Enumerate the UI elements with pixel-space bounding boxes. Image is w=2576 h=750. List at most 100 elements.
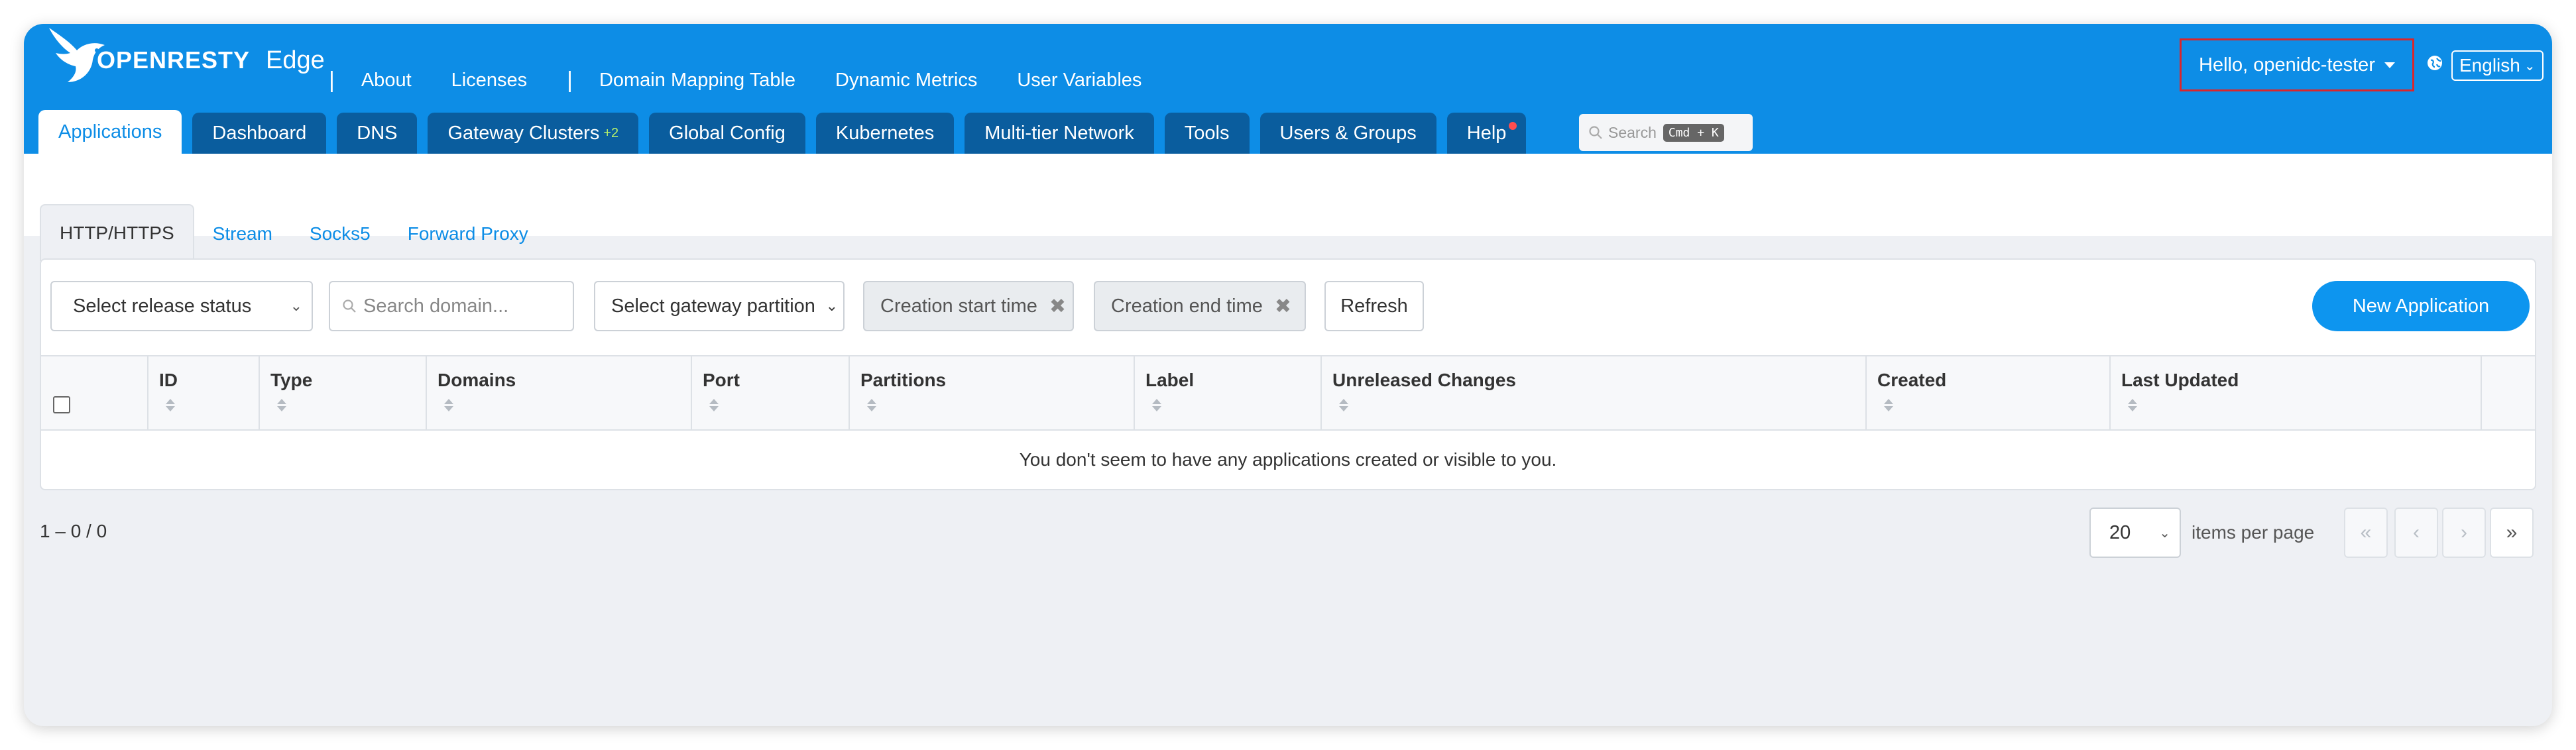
tab-help[interactable]: Help [1446, 113, 1527, 154]
last-page-icon[interactable]: » [2490, 508, 2534, 558]
tab-http-https[interactable]: HTTP/HTTPS [40, 204, 194, 261]
tab-label: Tools [1184, 122, 1230, 144]
globe-icon [2428, 56, 2442, 70]
tab-forward-proxy[interactable]: Forward Proxy [389, 207, 547, 261]
sort-icon[interactable] [2128, 399, 2137, 411]
search-icon [343, 299, 356, 313]
sort-icon[interactable] [1339, 399, 1348, 411]
notification-dot [1509, 122, 1517, 130]
tab-users-groups[interactable]: Users & Groups [1259, 113, 1436, 154]
global-search[interactable]: Search Cmd + K [1579, 114, 1753, 151]
column-label: Unreleased Changes [1332, 370, 1516, 390]
tab-stream[interactable]: Stream [194, 207, 291, 261]
creation-end-filter[interactable]: Creation end time ✖ [1094, 281, 1306, 331]
items-per-page-label: items per page [2192, 522, 2315, 543]
nav-separator: | [567, 68, 573, 93]
column-label: Domains [438, 370, 516, 390]
column-domains[interactable]: Domains [426, 356, 691, 429]
tab-label: DNS [357, 122, 398, 144]
prev-page-icon[interactable]: ‹ [2394, 508, 2438, 558]
sort-icon[interactable] [867, 399, 876, 411]
pagination-range: 1 – 0 / 0 [40, 521, 107, 541]
tab-kubernetes[interactable]: Kubernetes [815, 113, 955, 154]
tab-multi-tier-network[interactable]: Multi-tier Network [965, 113, 1154, 154]
tab-dashboard[interactable]: Dashboard [192, 113, 327, 154]
top-bar: OPENRESTY Edge | About Licenses | Domain… [24, 24, 2552, 154]
tab-dns[interactable]: DNS [337, 113, 418, 154]
main-tabs: Applications Dashboard DNS Gateway Clust… [38, 110, 1537, 154]
tab-tools[interactable]: Tools [1164, 113, 1250, 154]
nav-separator: | [329, 68, 335, 93]
user-greeting: Hello, openidc-tester [2199, 54, 2375, 76]
language-selected: English [2459, 55, 2520, 76]
chip-label: Creation end time [1111, 295, 1263, 317]
column-last-updated[interactable]: Last Updated [2109, 356, 2481, 429]
column-label: Partitions [860, 370, 947, 390]
column-label: Label [1145, 370, 1195, 390]
table-header: ID Type Domains Port Partitions Label Un… [41, 355, 2535, 431]
chevron-down-icon [2384, 62, 2395, 68]
new-application-button[interactable]: New Application [2312, 281, 2530, 331]
column-partitions[interactable]: Partitions [849, 356, 1134, 429]
gateway-partition-select[interactable]: Select gateway partition ⌄ [594, 281, 845, 331]
sort-icon[interactable] [709, 399, 719, 411]
column-label[interactable]: Label [1134, 356, 1320, 429]
sort-icon[interactable] [1152, 399, 1161, 411]
refresh-button[interactable]: Refresh [1324, 281, 1424, 331]
filter-bar: Select release status ⌄ Search domain...… [50, 281, 2530, 333]
creation-start-filter[interactable]: Creation start time ✖ [863, 281, 1074, 331]
tab-gateway-clusters[interactable]: Gateway Clusters +2 [428, 113, 639, 154]
empty-state-message: You don't seem to have any applications … [1019, 449, 1557, 470]
nav-dynamic-metrics[interactable]: Dynamic Metrics [835, 70, 977, 91]
nav-user-variables[interactable]: User Variables [1017, 70, 1142, 91]
tab-socks5[interactable]: Socks5 [291, 207, 389, 261]
column-id[interactable]: ID [147, 356, 259, 429]
search-placeholder: Search [1608, 123, 1657, 141]
chevron-down-icon: ⌄ [290, 297, 302, 314]
search-icon [1589, 126, 1602, 139]
sort-icon[interactable] [1884, 399, 1893, 411]
tab-label: Applications [58, 121, 162, 142]
search-shortcut: Cmd + K [1663, 123, 1724, 142]
applications-panel: Select release status ⌄ Search domain...… [40, 258, 2536, 490]
tab-label: Kubernetes [835, 122, 935, 144]
top-nav: | About Licenses | Domain Mapping Table … [329, 68, 1181, 93]
tab-applications[interactable]: Applications [38, 110, 182, 154]
select-placeholder: Select gateway partition [611, 295, 815, 317]
logo[interactable]: OPENRESTY Edge [44, 24, 325, 97]
chevron-down-icon: ⌄ [825, 297, 838, 314]
sort-icon[interactable] [277, 399, 286, 411]
chevron-down-icon: ⌄ [2159, 525, 2170, 541]
select-all-checkbox[interactable] [53, 396, 70, 413]
nav-licenses[interactable]: Licenses [451, 70, 527, 91]
column-created[interactable]: Created [1865, 356, 2109, 429]
tab-label: Multi-tier Network [984, 122, 1134, 144]
product-name: Edge [266, 46, 325, 74]
column-label: Created [1877, 370, 1947, 390]
column-port[interactable]: Port [691, 356, 849, 429]
button-label: New Application [2352, 295, 2490, 317]
nav-domain-mapping-table[interactable]: Domain Mapping Table [599, 70, 795, 91]
per-page-value: 20 [2109, 521, 2131, 543]
subtab-area: HTTP/HTTPS Stream Socks5 Forward Proxy [24, 154, 2552, 261]
nav-about[interactable]: About [361, 70, 412, 91]
sort-icon[interactable] [166, 399, 175, 411]
items-per-page-select[interactable]: 20 ⌄ [2089, 508, 2181, 558]
close-icon[interactable]: ✖ [1049, 295, 1066, 318]
button-label: Refresh [1340, 295, 1408, 317]
tab-global-config[interactable]: Global Config [649, 113, 805, 154]
language-select[interactable]: English ⌄ [2451, 50, 2544, 81]
column-type[interactable]: Type [259, 356, 426, 429]
user-menu[interactable]: Hello, openidc-tester [2180, 38, 2414, 91]
close-icon[interactable]: ✖ [1275, 295, 1291, 318]
tab-label: Global Config [669, 122, 786, 144]
tab-label: Users & Groups [1279, 122, 1417, 144]
sort-icon[interactable] [444, 399, 453, 411]
release-status-select[interactable]: Select release status ⌄ [50, 281, 313, 331]
first-page-icon[interactable]: « [2344, 508, 2388, 558]
chip-label: Creation start time [880, 295, 1037, 317]
domain-search-input[interactable]: Search domain... [329, 281, 574, 331]
column-unreleased-changes[interactable]: Unreleased Changes [1320, 356, 1865, 429]
next-page-icon[interactable]: › [2442, 508, 2486, 558]
column-label: Port [703, 370, 740, 390]
